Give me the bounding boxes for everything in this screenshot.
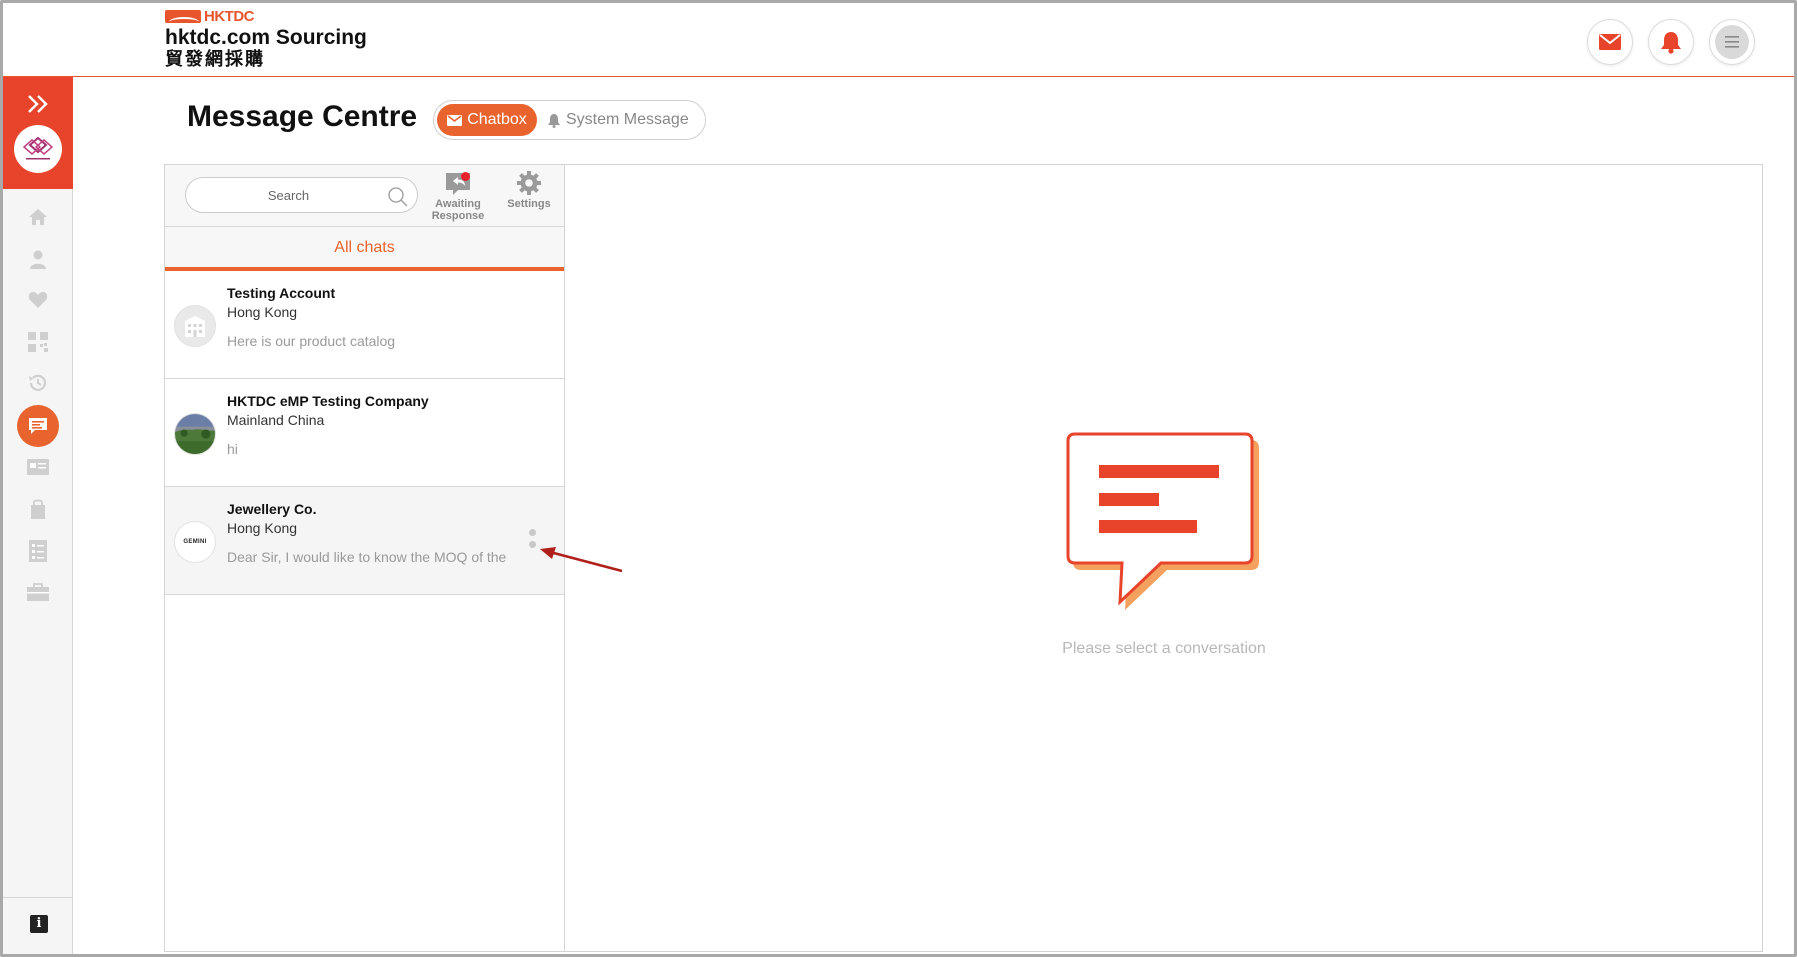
chat-location: Mainland China (227, 412, 325, 428)
tab-system-message[interactable]: System Message (547, 104, 697, 136)
logo-brand: HKTDC (204, 7, 255, 25)
page-title: Message Centre (187, 100, 418, 133)
gear-icon (517, 171, 541, 195)
chat-location: Hong Kong (227, 520, 298, 536)
chat-name: HKTDC eMP Testing Company (227, 393, 429, 409)
awaiting-label-line1: Awaiting (435, 198, 481, 210)
qr-icon[interactable] (26, 330, 50, 354)
bag-icon[interactable] (26, 497, 50, 521)
user-icon[interactable] (26, 247, 50, 271)
chat-preview: Here is our product catalog (227, 333, 396, 349)
top-header: HKTDC hktdc.com Sourcing 貿發網採購 (3, 3, 1794, 77)
expand-sidebar-icon[interactable] (25, 93, 51, 115)
company-avatar[interactable] (14, 125, 62, 173)
unread-dot (461, 172, 470, 181)
card-icon[interactable] (26, 455, 50, 479)
mail-button[interactable] (1587, 19, 1633, 65)
briefcase-icon[interactable] (26, 580, 50, 604)
chat-name: Testing Account (227, 285, 336, 301)
chat-list-toolbar: Awaiting Response Settings (165, 165, 564, 227)
home-icon[interactable] (26, 205, 50, 229)
tab-chatbox-label: Chatbox (467, 111, 527, 128)
site-logo[interactable]: HKTDC hktdc.com Sourcing 貿發網採購 (165, 8, 367, 71)
message-type-toggle: Chatbox System Message (433, 100, 706, 140)
building-icon (185, 316, 205, 337)
logo-mark-icon (165, 9, 201, 23)
search-input[interactable] (196, 185, 381, 205)
sidebar-divider (3, 897, 73, 898)
landscape-photo-icon (175, 414, 215, 454)
bell-icon (1661, 32, 1681, 54)
bell-icon (548, 113, 560, 128)
info-icon[interactable]: i (30, 915, 48, 933)
tab-all-chats[interactable]: All chats (165, 227, 564, 271)
chat-name: Jewellery Co. (227, 501, 317, 517)
checklist-icon[interactable] (26, 539, 50, 563)
history-icon[interactable] (26, 371, 50, 395)
logo-subtitle: 貿發網採購 (165, 49, 265, 70)
avatar: GEMINI (174, 521, 216, 563)
profile-menu-button[interactable] (1709, 19, 1755, 65)
tab-system-message-label: System Message (566, 111, 689, 128)
chat-preview: Dear Sir, I would like to know the MOQ o… (227, 549, 507, 565)
chat-list-item[interactable]: HKTDC eMP Testing Company Mainland China… (165, 379, 564, 487)
heart-icon[interactable] (26, 288, 50, 312)
logo-brand-row: HKTDC (165, 7, 367, 25)
empty-chat-illustration-icon (1066, 432, 1259, 610)
logo-title: hktdc.com Sourcing (165, 26, 367, 49)
sidebar-header (3, 77, 73, 189)
tab-chatbox[interactable]: Chatbox (437, 104, 537, 136)
mail-icon (447, 114, 463, 126)
chat-list: Awaiting Response Settings (165, 165, 565, 951)
avatar (174, 305, 216, 347)
mail-icon (1599, 34, 1621, 50)
settings-button[interactable]: Settings (495, 170, 563, 210)
chat-location: Hong Kong (227, 304, 298, 320)
awaiting-label-line2: Response (431, 210, 485, 222)
chat-icon[interactable] (17, 405, 59, 447)
notification-button[interactable] (1648, 19, 1694, 65)
settings-label: Settings (507, 198, 551, 210)
search-icon[interactable] (387, 186, 409, 208)
chat-preview: hi (227, 441, 238, 457)
chat-list-item[interactable]: GEMINI Jewellery Co. Hong Kong Dear Sir,… (165, 487, 564, 595)
chat-list-item[interactable]: Testing Account Hong Kong Here is our pr… (165, 271, 564, 379)
annotation-arrow-icon (540, 547, 623, 573)
empty-state-text: Please select a conversation (1062, 640, 1266, 657)
left-sidebar: i (3, 77, 73, 954)
menu-icon (1715, 25, 1749, 59)
search-box (185, 177, 418, 213)
awaiting-response-button[interactable]: Awaiting Response (423, 170, 493, 222)
message-panel: Awaiting Response Settings (164, 164, 1763, 952)
avatar (174, 413, 216, 455)
avatar-logo-text: GEMINI (183, 539, 207, 545)
